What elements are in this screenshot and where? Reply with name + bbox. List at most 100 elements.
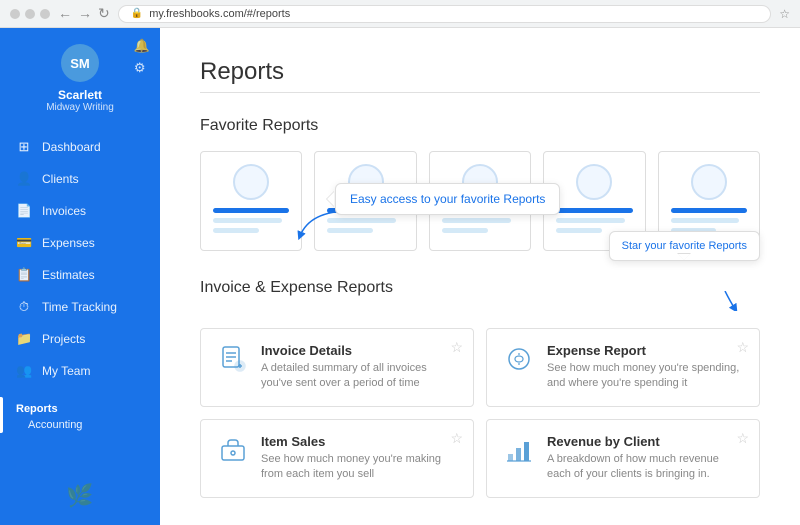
dashboard-icon: ⊞ <box>16 139 32 155</box>
lock-icon: 🔒 <box>131 8 143 19</box>
invoice-section-header: Invoice & Expense Reports Star your favo… <box>200 279 760 316</box>
sidebar-item-invoices-label: Invoices <box>42 204 86 218</box>
sidebar-item-expenses-label: Expenses <box>42 236 95 250</box>
sidebar-accounting-section[interactable]: Accounting <box>0 417 160 433</box>
browser-chrome: ← → ↻ 🔒 my.freshbooks.com/#/reports ☆ <box>0 0 800 28</box>
page-title: Reports <box>200 58 760 86</box>
sidebar-item-estimates-label: Estimates <box>42 268 95 282</box>
fav-line-accent-1 <box>213 208 289 213</box>
sidebar-item-my-team[interactable]: 👥 My Team <box>0 355 160 387</box>
settings-icon[interactable]: ⚙ <box>134 60 150 76</box>
revenue-by-client-icon <box>503 434 535 466</box>
invoice-details-icon <box>217 343 249 375</box>
fav-line-6 <box>442 228 488 233</box>
time-tracking-icon: ⏱ <box>16 299 32 315</box>
sidebar-bottom: 🌿 <box>0 467 160 525</box>
invoice-expense-title: Invoice & Expense Reports <box>200 279 393 297</box>
fav-line-1 <box>213 218 282 223</box>
fav-card-circle-1 <box>233 164 269 200</box>
refresh-button[interactable]: ↻ <box>98 5 110 22</box>
invoice-details-name: Invoice Details <box>261 343 457 358</box>
sidebar-reports-section[interactable]: Reports <box>0 397 160 417</box>
sidebar-item-expenses[interactable]: 💳 Expenses <box>0 227 160 259</box>
fav-card-circle-4 <box>576 164 612 200</box>
sidebar-item-invoices[interactable]: 📄 Invoices <box>0 195 160 227</box>
invoices-icon: 📄 <box>16 203 32 219</box>
expense-report-star[interactable]: ☆ <box>736 339 749 356</box>
invoice-details-star[interactable]: ☆ <box>450 339 463 356</box>
window-controls <box>10 9 50 19</box>
sidebar-nav: ⊞ Dashboard 👤 Clients 📄 Invoices 💳 Expen… <box>0 131 160 467</box>
user-name: Scarlett <box>58 88 102 102</box>
sidebar-profile: 🔔 ⚙ SM Scarlett Midway Writing <box>0 28 160 123</box>
item-sales-icon <box>217 434 249 466</box>
sidebar-item-estimates[interactable]: 📋 Estimates <box>0 259 160 291</box>
forward-button[interactable]: → <box>78 5 92 22</box>
sidebar-top-icons: 🔔 ⚙ <box>134 38 150 76</box>
url-text: my.freshbooks.com/#/reports <box>149 8 290 20</box>
clients-icon: 👤 <box>16 171 32 187</box>
fav-card-circle-5 <box>691 164 727 200</box>
sidebar-item-my-team-label: My Team <box>42 364 90 378</box>
url-bar[interactable]: 🔒 my.freshbooks.com/#/reports <box>118 5 772 23</box>
expense-report-name: Expense Report <box>547 343 743 358</box>
favorite-reports-title: Favorite Reports <box>200 117 760 135</box>
expenses-icon: 💳 <box>16 235 32 251</box>
sidebar-item-time-tracking[interactable]: ⏱ Time Tracking <box>0 291 160 323</box>
expense-report-info: Expense Report See how much money you're… <box>547 343 743 392</box>
fav-card-lines-1 <box>213 208 289 233</box>
avatar-initials: SM <box>70 56 90 71</box>
close-dot <box>10 9 20 19</box>
sidebar-item-dashboard-label: Dashboard <box>42 140 101 154</box>
fav-line-accent-5 <box>671 208 747 213</box>
item-sales-desc: See how much money you're making from ea… <box>261 452 457 483</box>
fav-line-4 <box>327 228 373 233</box>
page-divider <box>200 92 760 93</box>
sidebar-item-projects[interactable]: 📁 Projects <box>0 323 160 355</box>
avatar: SM <box>61 44 99 82</box>
revenue-by-client-star[interactable]: ☆ <box>736 430 749 447</box>
fav-line-8 <box>556 228 602 233</box>
report-card-invoice-details[interactable]: Invoice Details A detailed summary of al… <box>200 328 474 407</box>
fav-line-5 <box>442 218 511 223</box>
item-sales-star[interactable]: ☆ <box>450 430 463 447</box>
browser-navigation[interactable]: ← → ↻ <box>58 5 110 22</box>
star-arrow-svg <box>710 291 740 311</box>
report-card-expense-report[interactable]: Expense Report See how much money you're… <box>486 328 760 407</box>
sidebar: 🔔 ⚙ SM Scarlett Midway Writing ⊞ Dashboa… <box>0 28 160 525</box>
revenue-by-client-info: Revenue by Client A breakdown of how muc… <box>547 434 743 483</box>
favorite-card-1[interactable] <box>200 151 302 251</box>
fav-line-3 <box>327 218 396 223</box>
report-card-item-sales[interactable]: Item Sales See how much money you're mak… <box>200 419 474 498</box>
fav-card-lines-5 <box>671 208 747 233</box>
invoice-expense-reports-section: Invoice & Expense Reports Star your favo… <box>200 279 760 498</box>
expense-report-icon <box>503 343 535 375</box>
minimize-dot <box>25 9 35 19</box>
sidebar-item-clients[interactable]: 👤 Clients <box>0 163 160 195</box>
bookmark-icon[interactable]: ☆ <box>779 7 790 21</box>
invoice-details-info: Invoice Details A detailed summary of al… <box>261 343 457 392</box>
sidebar-item-time-tracking-label: Time Tracking <box>42 300 117 314</box>
expense-report-desc: See how much money you're spending, and … <box>547 361 743 392</box>
fav-line-9 <box>671 218 740 223</box>
item-sales-info: Item Sales See how much money you're mak… <box>261 434 457 483</box>
star-favorite-tooltip: Star your favorite Reports <box>609 231 760 261</box>
expand-dot <box>40 9 50 19</box>
fav-line-2 <box>213 228 259 233</box>
sidebar-item-clients-label: Clients <box>42 172 79 186</box>
leaf-icon: 🌿 <box>66 483 93 509</box>
estimates-icon: 📋 <box>16 267 32 283</box>
app-wrapper: 🔔 ⚙ SM Scarlett Midway Writing ⊞ Dashboa… <box>0 0 800 525</box>
sidebar-item-projects-label: Projects <box>42 332 85 346</box>
back-button[interactable]: ← <box>58 5 72 22</box>
fav-line-7 <box>556 218 625 223</box>
item-sales-name: Item Sales <box>261 434 457 449</box>
notifications-icon[interactable]: 🔔 <box>134 38 150 54</box>
user-subtitle: Midway Writing <box>46 102 114 113</box>
sidebar-item-dashboard[interactable]: ⊞ Dashboard <box>0 131 160 163</box>
star-tooltip-container: Star your favorite Reports <box>710 279 740 316</box>
favorite-reports-tooltip: Easy access to your favorite Reports <box>335 183 560 215</box>
main-content: Reports Favorite Reports <box>160 28 800 525</box>
report-card-revenue-by-client[interactable]: Revenue by Client A breakdown of how muc… <box>486 419 760 498</box>
revenue-by-client-name: Revenue by Client <box>547 434 743 449</box>
